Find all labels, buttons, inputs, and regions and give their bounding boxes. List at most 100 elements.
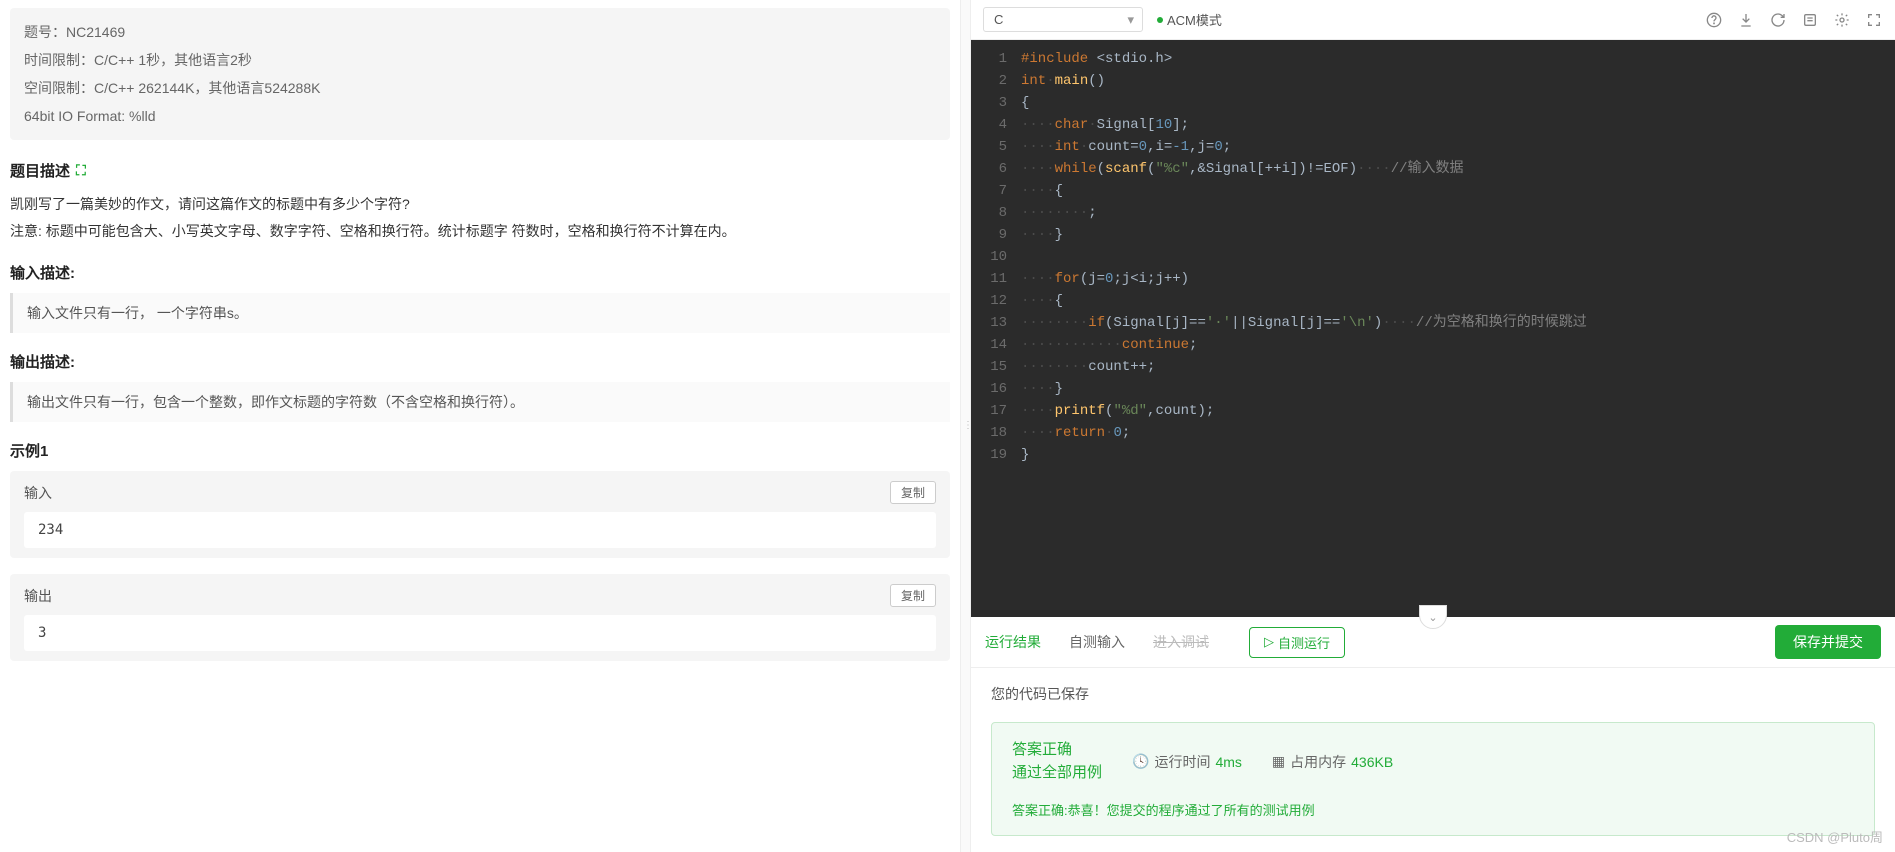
- line-number: 12: [971, 290, 1021, 312]
- panel-divider[interactable]: ⋮: [960, 0, 971, 852]
- line-content[interactable]: ····char·Signal[10];: [1021, 114, 1895, 136]
- output-title: 输出描述:: [10, 351, 950, 372]
- code-line[interactable]: 17····printf("%d",count);: [971, 400, 1895, 422]
- problem-meta: 题号：NC21469 时间限制：C/C++ 1秒，其他语言2秒 空间限制：C/C…: [10, 8, 950, 140]
- line-content[interactable]: }: [1021, 444, 1895, 466]
- line-content[interactable]: [1021, 246, 1895, 268]
- saved-message: 您的代码已保存: [991, 684, 1875, 704]
- code-line[interactable]: 4····char·Signal[10];: [971, 114, 1895, 136]
- chip-icon: ▦: [1272, 753, 1285, 770]
- result-status: 答案正确 通过全部用例: [1012, 739, 1102, 784]
- code-line[interactable]: 19}: [971, 444, 1895, 466]
- line-number: 18: [971, 422, 1021, 444]
- example-title: 示例1: [10, 440, 950, 461]
- tab-result[interactable]: 运行结果: [985, 628, 1041, 656]
- example-input-block: 输入 复制 234: [10, 471, 950, 558]
- submit-button[interactable]: 保存并提交: [1775, 625, 1881, 659]
- code-line[interactable]: 2int·main(): [971, 70, 1895, 92]
- code-line[interactable]: 18····return·0;: [971, 422, 1895, 444]
- line-number: 6: [971, 158, 1021, 180]
- line-content[interactable]: ········if(Signal[j]=='·'||Signal[j]=='\…: [1021, 312, 1895, 334]
- line-content[interactable]: ····for(j=0;j<i;j++): [1021, 268, 1895, 290]
- code-line[interactable]: 16····}: [971, 378, 1895, 400]
- line-content[interactable]: ····printf("%d",count);: [1021, 400, 1895, 422]
- example-output-block: 输出 复制 3: [10, 574, 950, 661]
- tab-self-input[interactable]: 自测输入: [1069, 628, 1125, 656]
- line-content[interactable]: ····while(scanf("%c",&Signal[++i])!=EOF)…: [1021, 158, 1895, 180]
- status-line1: 答案正确: [1012, 739, 1102, 762]
- line-number: 10: [971, 246, 1021, 268]
- runtime-metric: 🕓 运行时间 4ms: [1132, 752, 1242, 772]
- notes-icon[interactable]: [1801, 11, 1819, 29]
- output-desc: 输出文件只有一行，包含一个整数，即作文标题的字符数（不含空格和换行符）。: [10, 382, 950, 422]
- line-number: 9: [971, 224, 1021, 246]
- example-output-label: 输出: [24, 586, 52, 606]
- settings-icon[interactable]: [1833, 11, 1851, 29]
- line-content[interactable]: ····return·0;: [1021, 422, 1895, 444]
- line-number: 2: [971, 70, 1021, 92]
- self-run-button[interactable]: ▷ 自测运行: [1249, 627, 1345, 658]
- memory-value: 436KB: [1351, 754, 1393, 770]
- line-content[interactable]: ········;: [1021, 202, 1895, 224]
- line-number: 15: [971, 356, 1021, 378]
- example-input-content: 234: [24, 512, 936, 548]
- line-number: 11: [971, 268, 1021, 290]
- line-content[interactable]: ····{: [1021, 290, 1895, 312]
- example-input-label: 输入: [24, 483, 52, 503]
- copy-input-button[interactable]: 复制: [890, 481, 936, 504]
- line-content[interactable]: ········count++;: [1021, 356, 1895, 378]
- download-icon[interactable]: [1737, 11, 1755, 29]
- code-line[interactable]: 11····for(j=0;j<i;j++): [971, 268, 1895, 290]
- code-line[interactable]: 3{: [971, 92, 1895, 114]
- line-content[interactable]: {: [1021, 92, 1895, 114]
- code-line[interactable]: 9····}: [971, 224, 1895, 246]
- runtime-value: 4ms: [1215, 754, 1241, 770]
- tab-debug[interactable]: 进入调试: [1153, 628, 1209, 656]
- line-content[interactable]: ····}: [1021, 378, 1895, 400]
- code-line[interactable]: 10: [971, 246, 1895, 268]
- line-content[interactable]: ····}: [1021, 224, 1895, 246]
- line-number: 4: [971, 114, 1021, 136]
- line-number: 1: [971, 48, 1021, 70]
- divider-handle-icon: ⋮: [963, 420, 973, 431]
- code-line[interactable]: 15········count++;: [971, 356, 1895, 378]
- fullscreen-icon[interactable]: [1865, 11, 1883, 29]
- memory-metric: ▦ 占用内存 436KB: [1272, 752, 1393, 772]
- result-body: 您的代码已保存 答案正确 通过全部用例 🕓 运行时间 4ms ▦ 占用内存 43…: [971, 668, 1895, 852]
- code-line[interactable]: 13········if(Signal[j]=='·'||Signal[j]==…: [971, 312, 1895, 334]
- code-line[interactable]: 12····{: [971, 290, 1895, 312]
- line-content[interactable]: ····{: [1021, 180, 1895, 202]
- expand-icon[interactable]: ⛶: [76, 162, 86, 179]
- result-message: 答案正确:恭喜！您提交的程序通过了所有的测试用例: [1012, 800, 1854, 819]
- code-line[interactable]: 6····while(scanf("%c",&Signal[++i])!=EOF…: [971, 158, 1895, 180]
- line-number: 19: [971, 444, 1021, 466]
- line-number: 16: [971, 378, 1021, 400]
- desc-body: 凯刚写了一篇美妙的作文，请问这篇作文的标题中有多少个字符? 注意: 标题中可能包…: [10, 191, 950, 244]
- result-card: 答案正确 通过全部用例 🕓 运行时间 4ms ▦ 占用内存 436KB 答案正确…: [991, 722, 1875, 836]
- desc-title-text: 题目描述: [10, 160, 70, 181]
- code-editor[interactable]: 1#include <stdio.h>2int·main()3{4····cha…: [971, 40, 1895, 617]
- help-icon[interactable]: [1705, 11, 1723, 29]
- copy-output-button[interactable]: 复制: [890, 584, 936, 607]
- editor-toolbar: C ACM模式: [971, 0, 1895, 40]
- line-content[interactable]: #include <stdio.h>: [1021, 48, 1895, 70]
- code-line[interactable]: 7····{: [971, 180, 1895, 202]
- refresh-icon[interactable]: [1769, 11, 1787, 29]
- line-number: 14: [971, 334, 1021, 356]
- space-limit: 空间限制：C/C++ 262144K，其他语言524288K: [24, 74, 936, 102]
- language-select[interactable]: C: [983, 7, 1143, 32]
- line-content[interactable]: int·main(): [1021, 70, 1895, 92]
- runtime-label: 运行时间: [1154, 752, 1210, 772]
- code-line[interactable]: 5····int·count=0,i=-1,j=0;: [971, 136, 1895, 158]
- code-line[interactable]: 14············continue;: [971, 334, 1895, 356]
- memory-label: 占用内存: [1290, 752, 1346, 772]
- code-line[interactable]: 8········;: [971, 202, 1895, 224]
- input-title: 输入描述:: [10, 262, 950, 283]
- mode-dot-icon: [1157, 17, 1163, 23]
- language-value: C: [994, 12, 1003, 27]
- problem-id: 题号：NC21469: [24, 18, 936, 46]
- mode-label[interactable]: ACM模式: [1157, 10, 1222, 29]
- line-content[interactable]: ············continue;: [1021, 334, 1895, 356]
- line-content[interactable]: ····int·count=0,i=-1,j=0;: [1021, 136, 1895, 158]
- code-line[interactable]: 1#include <stdio.h>: [971, 48, 1895, 70]
